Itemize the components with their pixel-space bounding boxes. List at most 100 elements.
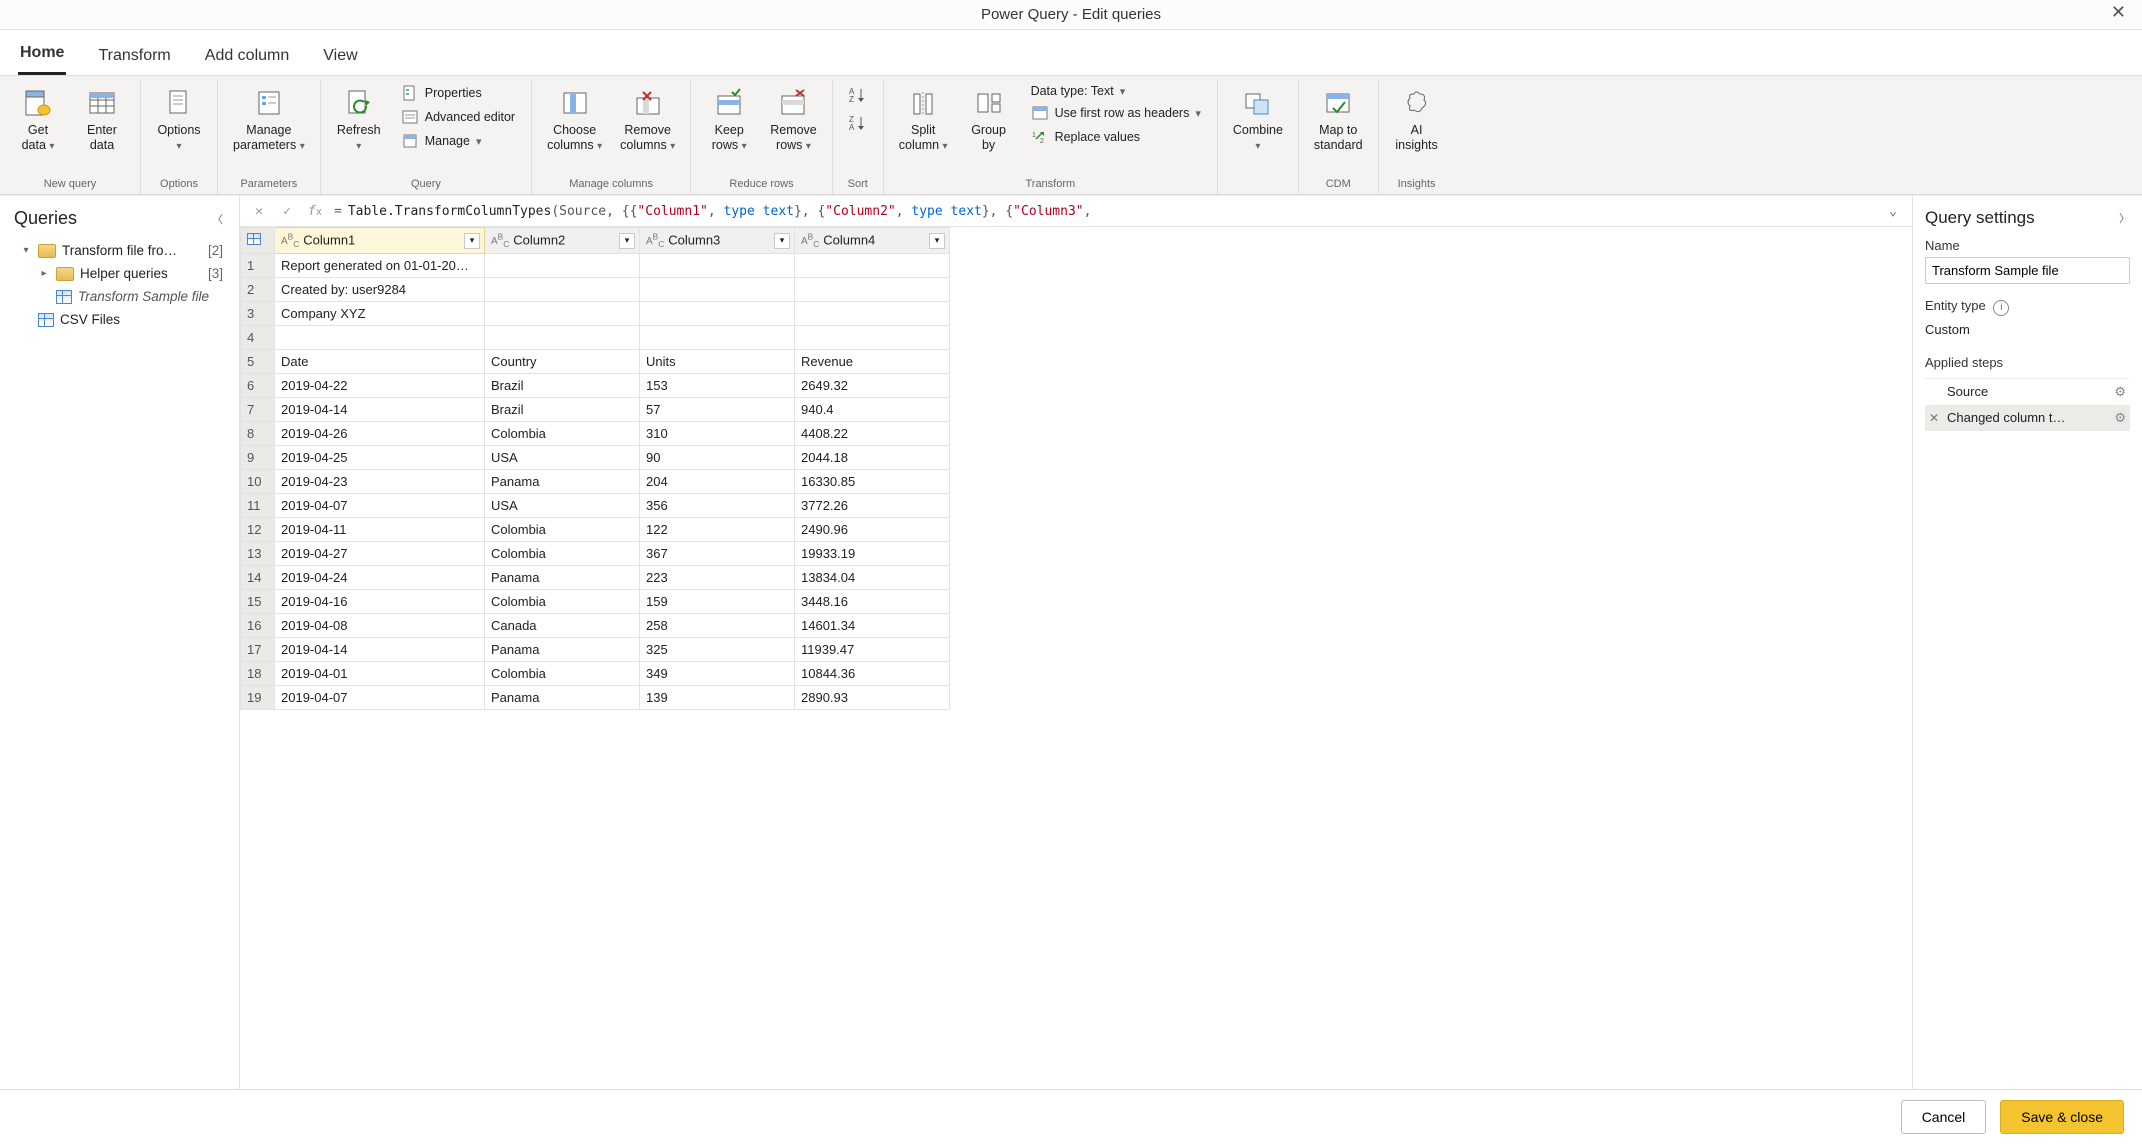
gear-icon[interactable]: ⚙ <box>2114 410 2126 426</box>
cell[interactable]: 139 <box>640 686 795 710</box>
cell[interactable]: Brazil <box>485 398 640 422</box>
cell[interactable]: Brazil <box>485 374 640 398</box>
query-name-input[interactable] <box>1925 257 2130 284</box>
query-item[interactable]: CSV Files <box>14 308 233 331</box>
formula-commit-icon[interactable]: ✓ <box>276 200 298 222</box>
delete-step-icon[interactable]: ✕ <box>1929 411 1941 425</box>
grid-corner[interactable] <box>241 228 275 254</box>
applied-step[interactable]: Source⚙ <box>1925 379 2130 405</box>
formula-text[interactable]: =Table.TransformColumnTypes(Source, {{"C… <box>332 204 1876 219</box>
cell[interactable]: 19933.19 <box>795 542 950 566</box>
replace-values-button[interactable]: 12 Replace values <box>1027 126 1144 148</box>
cell[interactable]: Company XYZ <box>275 302 485 326</box>
table-row[interactable]: 3Company XYZ <box>241 302 950 326</box>
table-row[interactable]: 122019-04-11Colombia1222490.96 <box>241 518 950 542</box>
row-number[interactable]: 5 <box>241 350 275 374</box>
cell[interactable] <box>640 326 795 350</box>
cell[interactable]: Report generated on 01-01-20… <box>275 254 485 278</box>
cell[interactable] <box>640 302 795 326</box>
data-type-button[interactable]: Data type: Text ▾ <box>1027 82 1130 100</box>
cell[interactable]: 2890.93 <box>795 686 950 710</box>
cell[interactable]: 2490.96 <box>795 518 950 542</box>
cell[interactable]: Colombia <box>485 518 640 542</box>
cell[interactable]: 2019-04-23 <box>275 470 485 494</box>
cell[interactable]: 13834.04 <box>795 566 950 590</box>
row-number[interactable]: 12 <box>241 518 275 542</box>
row-number[interactable]: 8 <box>241 422 275 446</box>
query-folder[interactable]: ▸Helper queries[3] <box>14 262 233 285</box>
sort-desc-button[interactable]: ZA <box>845 110 871 136</box>
cell[interactable]: Country <box>485 350 640 374</box>
column-filter-icon[interactable]: ▾ <box>619 233 635 249</box>
cell[interactable]: 3772.26 <box>795 494 950 518</box>
column-header[interactable]: ABCColumn3▾ <box>640 228 795 254</box>
cell[interactable]: 2019-04-14 <box>275 638 485 662</box>
row-number[interactable]: 13 <box>241 542 275 566</box>
row-number[interactable]: 11 <box>241 494 275 518</box>
cell[interactable]: 2649.32 <box>795 374 950 398</box>
cell[interactable]: 153 <box>640 374 795 398</box>
cell[interactable]: Panama <box>485 470 640 494</box>
table-row[interactable]: 192019-04-07Panama1392890.93 <box>241 686 950 710</box>
tab-transform[interactable]: Transform <box>96 41 172 75</box>
cell[interactable]: 310 <box>640 422 795 446</box>
manage-query-button[interactable]: Manage ▾ <box>397 130 486 152</box>
query-item[interactable]: Transform Sample file <box>14 285 233 308</box>
cell[interactable]: 90 <box>640 446 795 470</box>
row-number[interactable]: 19 <box>241 686 275 710</box>
row-number[interactable]: 4 <box>241 326 275 350</box>
row-number[interactable]: 16 <box>241 614 275 638</box>
cell[interactable] <box>485 278 640 302</box>
cancel-button[interactable]: Cancel <box>1901 1100 1987 1134</box>
column-filter-icon[interactable]: ▾ <box>774 233 790 249</box>
cell[interactable] <box>275 326 485 350</box>
cell[interactable]: 11939.47 <box>795 638 950 662</box>
column-filter-icon[interactable]: ▾ <box>929 233 945 249</box>
expand-settings-icon[interactable]: 〉 <box>2119 210 2130 226</box>
cell[interactable]: 2019-04-07 <box>275 494 485 518</box>
cell[interactable]: 2019-04-25 <box>275 446 485 470</box>
cell[interactable]: Colombia <box>485 662 640 686</box>
formula-cancel-icon[interactable]: ✕ <box>248 200 270 222</box>
table-row[interactable]: 182019-04-01Colombia34910844.36 <box>241 662 950 686</box>
cell[interactable] <box>640 278 795 302</box>
keep-rows-button[interactable]: Keep rows ▾ <box>699 80 759 158</box>
cell[interactable]: USA <box>485 494 640 518</box>
cell[interactable]: 2019-04-27 <box>275 542 485 566</box>
cell[interactable] <box>795 278 950 302</box>
tab-add-column[interactable]: Add column <box>203 41 292 75</box>
cell[interactable]: 159 <box>640 590 795 614</box>
table-row[interactable]: 92019-04-25USA902044.18 <box>241 446 950 470</box>
save-close-button[interactable]: Save & close <box>2000 1100 2124 1134</box>
table-row[interactable]: 5DateCountryUnitsRevenue <box>241 350 950 374</box>
manage-parameters-button[interactable]: Manage parameters ▾ <box>226 80 312 158</box>
first-row-headers-button[interactable]: Use first row as headers ▾ <box>1027 102 1205 124</box>
combine-button[interactable]: Combine▾ <box>1226 80 1290 158</box>
table-row[interactable]: 152019-04-16Colombia1593448.16 <box>241 590 950 614</box>
info-icon[interactable]: i <box>1993 300 2009 316</box>
cell[interactable]: 3448.16 <box>795 590 950 614</box>
cell[interactable]: 57 <box>640 398 795 422</box>
cell[interactable] <box>640 254 795 278</box>
row-number[interactable]: 10 <box>241 470 275 494</box>
cell[interactable]: 2044.18 <box>795 446 950 470</box>
cell[interactable]: 10844.36 <box>795 662 950 686</box>
cell[interactable] <box>485 254 640 278</box>
tab-view[interactable]: View <box>321 41 359 75</box>
cell[interactable]: 4408.22 <box>795 422 950 446</box>
cell[interactable]: 2019-04-08 <box>275 614 485 638</box>
close-icon[interactable]: ✕ <box>2103 2 2134 23</box>
cell[interactable]: Revenue <box>795 350 950 374</box>
gear-icon[interactable]: ⚙ <box>2114 384 2126 400</box>
advanced-editor-button[interactable]: Advanced editor <box>397 106 519 128</box>
cell[interactable]: Panama <box>485 638 640 662</box>
expander-icon[interactable]: ▸ <box>38 268 50 279</box>
table-row[interactable]: 82019-04-26Colombia3104408.22 <box>241 422 950 446</box>
table-row[interactable]: 172019-04-14Panama32511939.47 <box>241 638 950 662</box>
data-grid[interactable]: ABCColumn1▾ABCColumn2▾ABCColumn3▾ABCColu… <box>240 227 1912 1089</box>
fx-icon[interactable]: fx <box>304 200 326 222</box>
cell[interactable]: 356 <box>640 494 795 518</box>
map-to-standard-button[interactable]: Map to standard <box>1307 80 1370 158</box>
get-data-button[interactable]: Get data ▾ <box>8 80 68 158</box>
row-number[interactable]: 17 <box>241 638 275 662</box>
